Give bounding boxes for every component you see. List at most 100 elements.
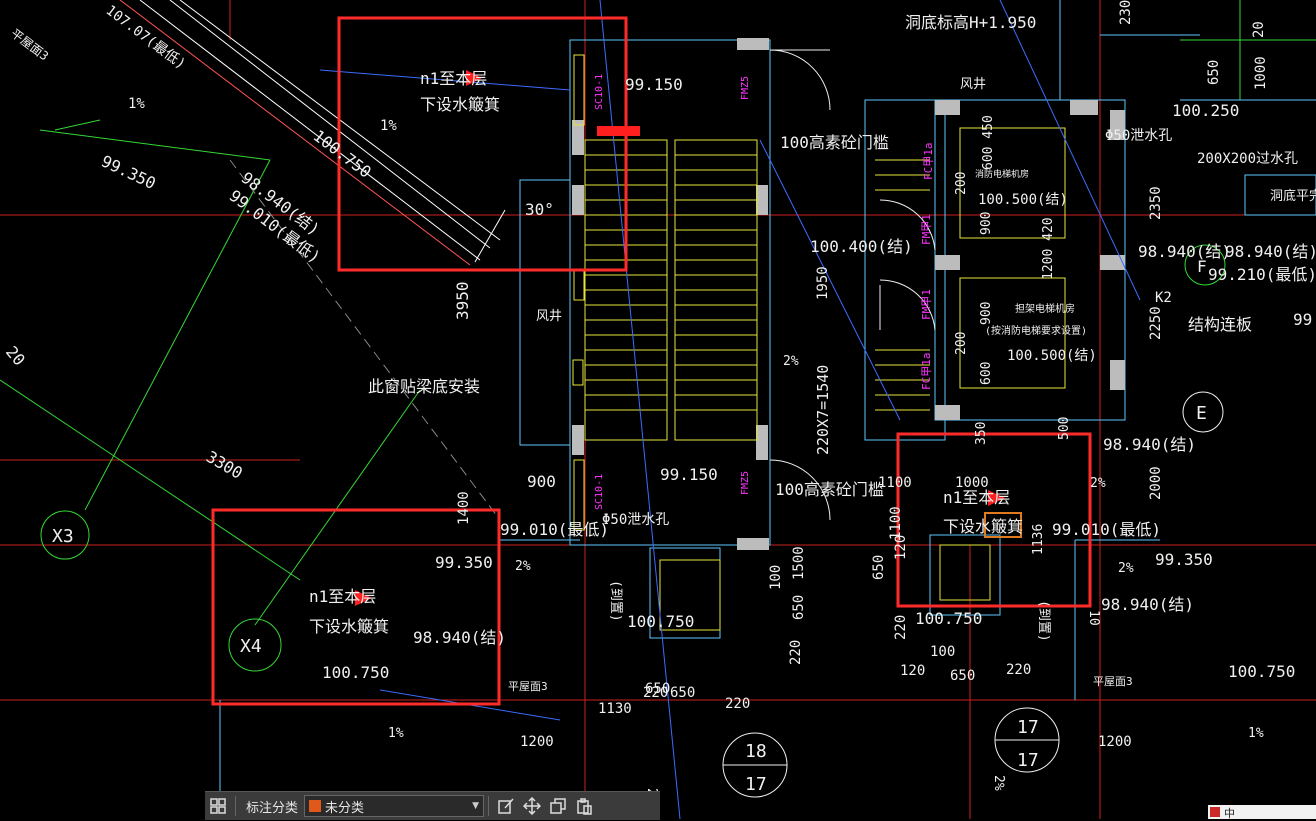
label-sill: 100高素砼门槛 xyxy=(780,133,889,152)
label-dim: 2300 xyxy=(1118,0,1134,25)
toolbar-divider xyxy=(235,796,236,816)
annotation-toolbar: 标注分类 未分类 ▼ xyxy=(205,791,660,820)
label-dim: 1200 xyxy=(1098,734,1132,750)
label-elev: 99.350 xyxy=(435,553,493,572)
label-dim: 900 xyxy=(527,472,556,491)
label-slope: 1% xyxy=(388,726,404,741)
label-elev: 100.750 xyxy=(322,663,389,682)
label-dim: 10 xyxy=(1086,610,1101,626)
copy-icon[interactable] xyxy=(545,793,571,819)
label-elev: 99.150 xyxy=(660,465,718,484)
label-dim: 200 xyxy=(954,172,969,195)
label-elev: 100.750 xyxy=(1228,662,1295,681)
label-dim: 220 xyxy=(643,685,668,701)
label-shaft: 风井 xyxy=(960,77,986,92)
label-axis: X3 xyxy=(52,526,74,547)
edit-icon[interactable] xyxy=(493,793,519,819)
label-note: n1至本层 xyxy=(420,69,487,88)
label-dim: 1950 xyxy=(815,266,831,300)
label-elev: 100.750 xyxy=(627,612,694,631)
label-note: (到置) xyxy=(1036,600,1051,642)
label-dim: 200 xyxy=(954,332,969,355)
label-dim: 900 xyxy=(979,302,994,325)
label-door: FM甲1 xyxy=(920,289,933,320)
label-note: 下设水簸箕 xyxy=(943,517,1023,536)
label-dim: 650 xyxy=(791,595,807,620)
label-axis: X4 xyxy=(240,636,262,657)
label-window: SC10-1 xyxy=(594,474,605,510)
paste-icon[interactable] xyxy=(571,793,597,819)
label-dim: 600 xyxy=(979,362,994,385)
ime-logo-icon xyxy=(1210,807,1220,817)
label-dim: 1000 xyxy=(1253,56,1269,90)
label-elev: 99.350 xyxy=(1155,550,1213,569)
label-slope: 1% xyxy=(128,96,145,112)
label-hole-elev: 洞底标高H+1.950 xyxy=(905,13,1036,32)
label-dim: 2000 xyxy=(1148,466,1164,500)
label-window: FC甲1a xyxy=(920,353,933,391)
label-dim: 20 xyxy=(1251,21,1267,38)
label-dim: 2350 xyxy=(1148,186,1164,220)
label-elev: 100.750 xyxy=(915,609,982,628)
label-elev: 100.250 xyxy=(1172,101,1239,120)
label-note: (到置) xyxy=(608,580,623,622)
move-icon[interactable] xyxy=(519,793,545,819)
label-elev: 99.010(最低) xyxy=(1052,520,1161,539)
label-elev: 107.07(最低) xyxy=(103,2,189,72)
label-slope: 2% xyxy=(1090,476,1106,491)
label-dim: 650 xyxy=(1206,60,1222,85)
category-label: 标注分类 xyxy=(246,800,299,816)
label-sill: 100高素砼门槛 xyxy=(775,480,884,499)
chevron-down-icon: ▼ xyxy=(472,801,480,811)
label-room: 消防电梯机房 xyxy=(975,168,1029,180)
label-elev: 98.940(结) xyxy=(413,628,506,647)
label-dim: 1400 xyxy=(456,491,472,525)
label-room: (按消防电梯要求设置) xyxy=(985,324,1087,337)
ime-status[interactable]: 中 xyxy=(1208,805,1316,820)
label-note: n1至本层 xyxy=(309,587,376,606)
label-door: FMZ5 xyxy=(740,471,751,495)
label-slope: 2% xyxy=(1118,561,1134,576)
label-dim: 350 xyxy=(974,422,989,445)
label-slab: 结构连板 xyxy=(1188,315,1252,334)
label-dim: 900 xyxy=(979,212,994,235)
label-dim: 3300 xyxy=(203,447,246,483)
category-color-swatch xyxy=(309,800,322,812)
label-elev: 99.350 xyxy=(98,151,158,193)
label-elev: 99.210(最低) xyxy=(1208,265,1316,284)
category-select[interactable]: 未分类 ▼ xyxy=(304,795,485,817)
label-dim: 100 xyxy=(930,644,955,660)
label-elev: 100.500(结) xyxy=(978,192,1068,208)
label-roof: 平屋面3 xyxy=(1093,675,1133,688)
door-swings xyxy=(769,49,936,521)
toolbar-divider xyxy=(488,796,490,816)
label-k: K2 xyxy=(1155,290,1172,306)
label-slope: 1% xyxy=(1248,726,1264,741)
label-dim: 220 xyxy=(893,615,909,640)
label-dim: 2250 xyxy=(1148,306,1164,340)
label-elev: 100.400(结) xyxy=(810,237,913,256)
label-dim: 220 xyxy=(1006,662,1031,678)
label-stairs: 220X7=1540 xyxy=(814,365,832,455)
label-slope: 1% xyxy=(380,118,397,134)
cad-drawing-canvas[interactable]: 平屋面3 107.07(最低) 1% 1% 100.750 99.350 98.… xyxy=(0,0,1316,819)
label-elev: 99.010(最低) xyxy=(500,520,609,539)
label-axis: 17 xyxy=(1017,750,1039,771)
label-dim: 1200 xyxy=(520,734,554,750)
label-window: SC10-1 xyxy=(594,74,605,110)
column-pads xyxy=(572,38,1125,550)
label-drain: Φ50泄水孔 xyxy=(1105,128,1172,144)
label-window-note: 此窗贴梁底安装 xyxy=(368,377,480,396)
label-axis: 17 xyxy=(745,774,767,795)
label-slope: 2% xyxy=(991,775,1006,791)
label-dim: 650 xyxy=(670,685,695,701)
label-note: n1至本层 xyxy=(943,488,1010,507)
label-dim: 220 xyxy=(788,640,804,665)
label-dim: 20 xyxy=(2,342,29,369)
label-window: FC甲1a xyxy=(922,143,935,181)
label-dim: 120 xyxy=(900,663,925,679)
label-slope: 2% xyxy=(783,354,799,369)
label-dim: 500 xyxy=(1057,417,1072,440)
grid-icon[interactable] xyxy=(205,793,231,819)
label-elev: 98.940(结) xyxy=(1225,242,1316,261)
